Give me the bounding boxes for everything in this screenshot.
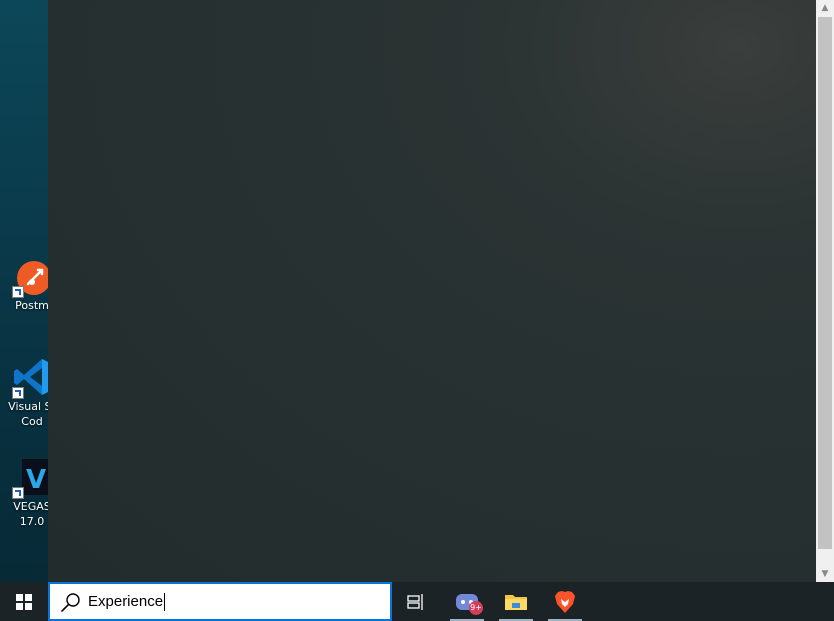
taskbar-file-explorer[interactable] [496, 582, 536, 621]
shortcut-arrow-icon [12, 286, 24, 298]
scrollbar-thumb[interactable] [818, 17, 832, 549]
svg-text:V: V [26, 465, 46, 495]
postman-icon [12, 256, 52, 298]
taskbar-discord[interactable]: 9+ [447, 582, 487, 621]
folder-icon [505, 594, 527, 610]
task-view-button[interactable] [396, 582, 436, 621]
shortcut-arrow-icon [12, 387, 24, 399]
search-query-text: Experience [88, 593, 164, 610]
brave-lion-icon [555, 590, 575, 613]
scroll-down-icon[interactable]: ▼ [816, 566, 834, 582]
vscode-icon [12, 357, 52, 399]
taskbar: Experience 9+ [0, 582, 834, 621]
text-caret [164, 592, 166, 611]
scrollbar[interactable]: ▲ ▼ [816, 0, 834, 582]
shortcut-arrow-icon [12, 487, 24, 499]
taskbar-brave[interactable] [545, 582, 585, 621]
notification-badge: 9+ [469, 601, 483, 615]
search-results-panel [48, 0, 816, 582]
windows-logo-icon [16, 593, 32, 610]
taskbar-search-box[interactable]: Experience [48, 582, 392, 621]
task-view-icon [407, 593, 423, 610]
vegas-icon: V [12, 457, 52, 499]
search-icon [60, 592, 86, 612]
scroll-up-icon[interactable]: ▲ [816, 0, 834, 16]
start-button[interactable] [0, 582, 48, 621]
search-input[interactable]: Experience [88, 592, 166, 611]
